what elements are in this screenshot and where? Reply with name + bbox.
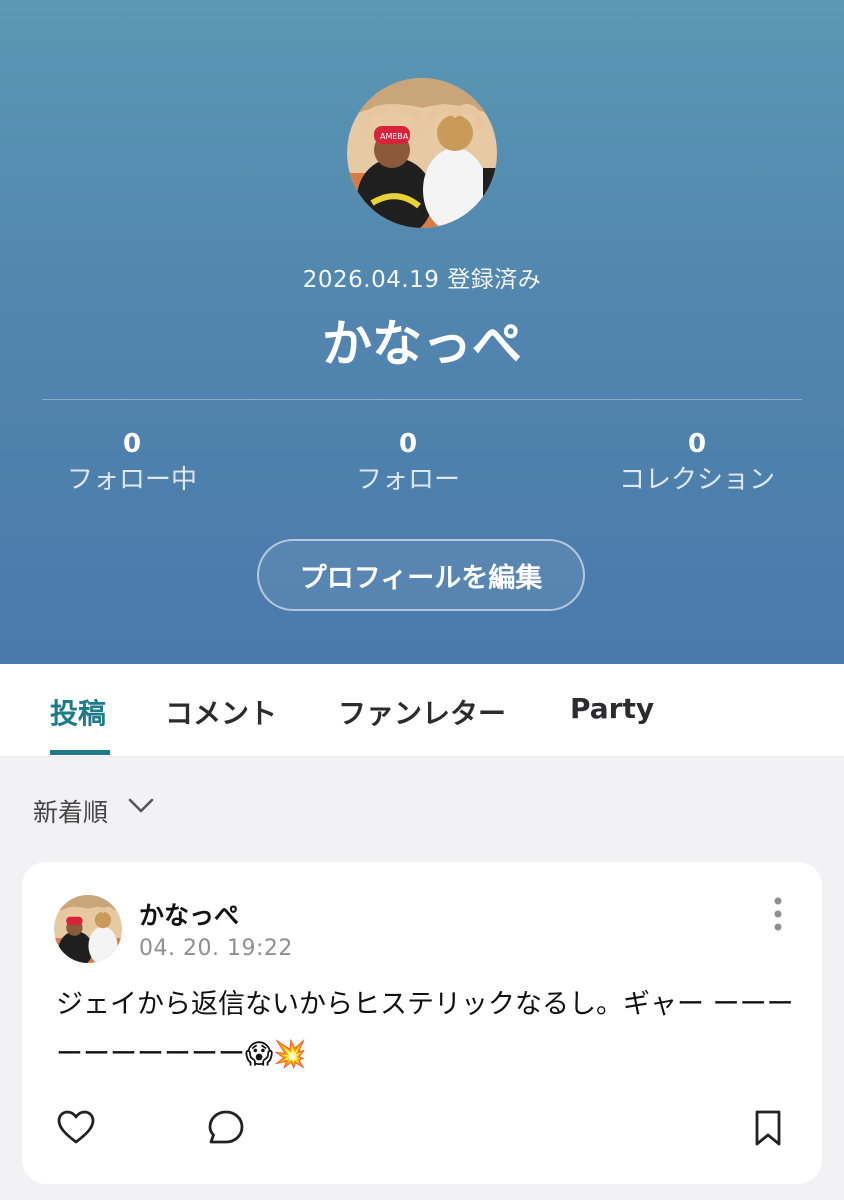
profile-name: かなっぺ bbox=[322, 315, 522, 373]
post-author-avatar[interactable] bbox=[54, 895, 122, 963]
heart-icon[interactable] bbox=[56, 1108, 96, 1148]
edit-profile-button[interactable]: プロフィールを編集 bbox=[257, 539, 585, 611]
svg-text:AMEBA: AMEBA bbox=[380, 132, 409, 141]
stat-followers[interactable]: 0 フォロー bbox=[298, 428, 518, 498]
stat-followers-count: 0 bbox=[398, 429, 418, 459]
profile-header: AMEBA 2026.04.19 登録済み かなっぺ 0 フォロー中 0 フォロ… bbox=[0, 0, 844, 664]
registered-date: 2026.04.19 登録済み bbox=[302, 267, 542, 293]
stat-following-label: フォロー中 bbox=[66, 465, 197, 495]
stat-collection-label: コレクション bbox=[618, 465, 775, 495]
tab-party[interactable]: Party bbox=[570, 692, 654, 725]
tab-posts[interactable]: 投稿 bbox=[50, 692, 106, 732]
avatar-photo: AMEBA bbox=[347, 78, 497, 228]
stat-followers-label: フォロー bbox=[355, 465, 460, 495]
header-divider bbox=[42, 399, 802, 400]
post-timestamp: 04. 20. 19:22 bbox=[139, 936, 293, 961]
active-tab-indicator bbox=[50, 750, 110, 755]
comment-icon[interactable] bbox=[206, 1108, 246, 1148]
post-card[interactable]: かなっぺ 04. 20. 19:22 ジェイから返信ないからヒステリックなるし。… bbox=[22, 862, 822, 1184]
profile-avatar[interactable]: AMEBA bbox=[347, 78, 497, 228]
post-author-name[interactable]: かなっぺ bbox=[139, 896, 239, 932]
avatar-photo bbox=[54, 895, 122, 963]
sort-bar: 新着順 bbox=[0, 757, 844, 861]
post-body: ジェイから返信ないからヒステリックなるし。ギャー ーーーーーーーーーー😱💥 bbox=[56, 989, 794, 1070]
sort-dropdown[interactable]: 新着順 bbox=[33, 793, 108, 829]
bookmark-icon[interactable] bbox=[748, 1108, 788, 1148]
stat-collection-count: 0 bbox=[687, 429, 707, 459]
profile-tabs: 投稿 コメント ファンレター Party bbox=[0, 664, 844, 757]
stat-following[interactable]: 0 フォロー中 bbox=[22, 428, 242, 498]
chevron-down-icon[interactable] bbox=[128, 797, 154, 815]
stat-collection[interactable]: 0 コレクション bbox=[587, 428, 807, 498]
stat-following-count: 0 bbox=[122, 429, 142, 459]
tab-comments[interactable]: コメント bbox=[165, 692, 277, 732]
tab-fan-letters[interactable]: ファンレター bbox=[338, 692, 506, 732]
more-options-icon[interactable] bbox=[768, 896, 788, 932]
